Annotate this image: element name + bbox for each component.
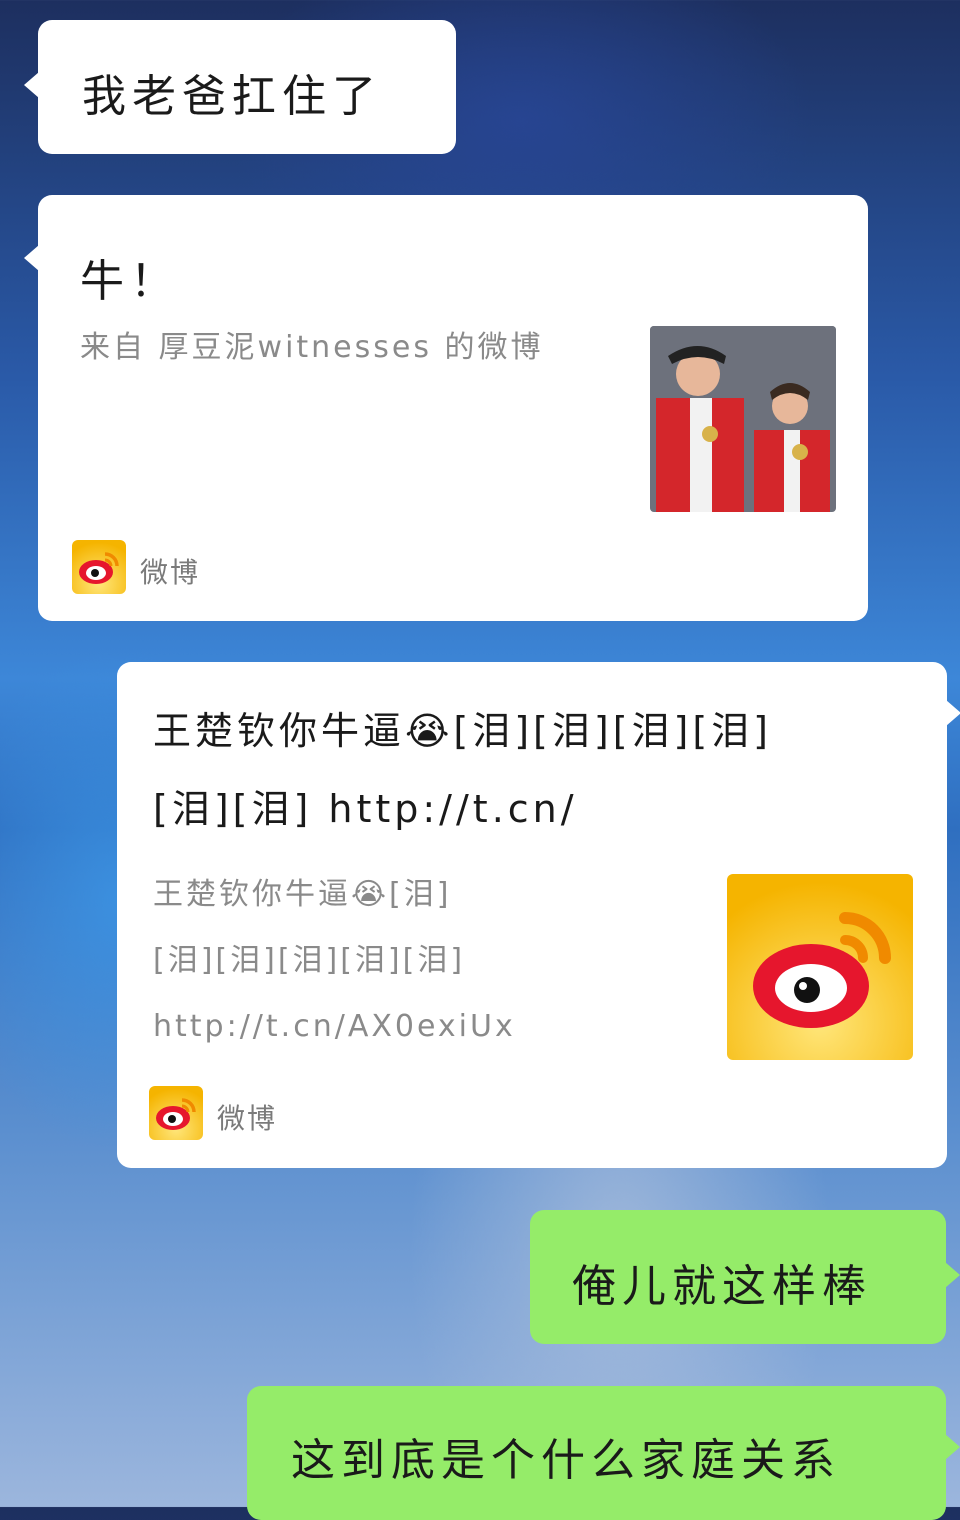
- message-text: 这到底是个什么家庭关系: [291, 1435, 841, 1486]
- message-text: 俺儿就这样棒: [572, 1261, 872, 1312]
- card-title-line-1: 王楚钦你牛逼😭[泪][泪][泪][泪]: [153, 709, 773, 753]
- card-description: 王楚钦你牛逼😭[泪] [泪][泪][泪][泪][泪] http://t.cn/A…: [153, 862, 713, 1060]
- card-desc-line-2: [泪][泪][泪][泪][泪]: [153, 943, 466, 978]
- message-bubble-incoming-1[interactable]: 我老爸扛住了: [24, 20, 456, 154]
- card-desc-line-3: http://t.cn/AX0exiUx: [153, 1009, 516, 1044]
- weibo-logo-icon: [149, 1086, 203, 1140]
- message-bubble-outgoing-1[interactable]: 俺儿就这样棒: [530, 1210, 960, 1344]
- card-source-label: 微博: [217, 1102, 278, 1135]
- message-text: 我老爸扛住了: [82, 71, 382, 122]
- card-title: 牛！: [80, 256, 180, 307]
- card-description: 来自 厚豆泥witnesses 的微博: [80, 330, 544, 365]
- weibo-logo-icon: [72, 540, 126, 594]
- card-thumbnail-photo: [650, 326, 836, 512]
- card-title: 王楚钦你牛逼😭[泪][泪][泪][泪] [泪][泪] http://t.cn/: [153, 692, 923, 848]
- shared-link-card-1[interactable]: 牛！ 来自 厚豆泥witnesses 的微博 微博: [24, 195, 868, 621]
- card-source-label: 微博: [140, 556, 201, 589]
- shared-link-card-2[interactable]: 王楚钦你牛逼😭[泪][泪][泪][泪] [泪][泪] http://t.cn/ …: [117, 662, 960, 1168]
- card-thumbnail-weibo-logo-icon: [727, 874, 913, 1060]
- card-desc-line-1: 王楚钦你牛逼😭[泪]: [153, 877, 452, 912]
- message-bubble-outgoing-2[interactable]: 这到底是个什么家庭关系: [247, 1386, 960, 1520]
- card-title-line-2: [泪][泪] http://t.cn/: [153, 787, 578, 831]
